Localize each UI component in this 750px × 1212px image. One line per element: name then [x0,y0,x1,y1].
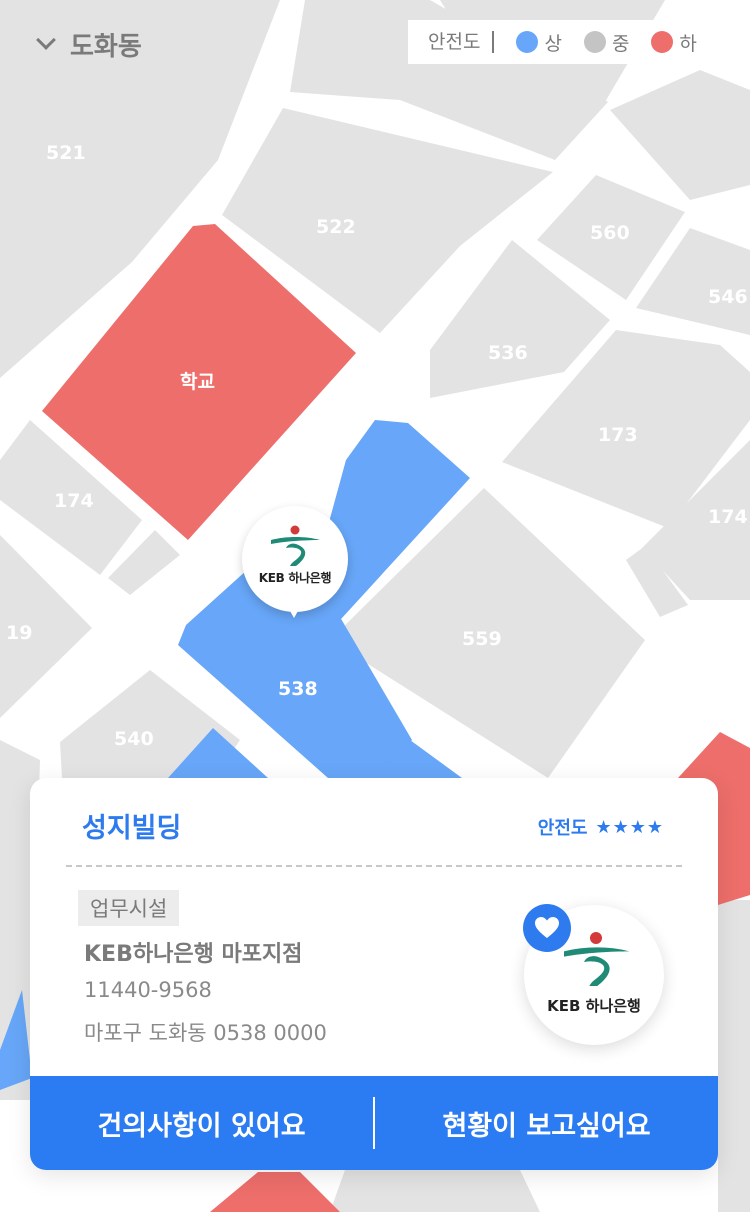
keb-hana-logo-icon [271,525,320,566]
label-school: 학교 [180,371,215,393]
view-status-button[interactable]: 현황이 보고싶어요 [375,1104,718,1143]
block-bottom-right[interactable] [718,900,750,1212]
bank-map-marker[interactable]: KEB 하나은행 [242,506,348,618]
legend-title: 안전도 [408,31,495,53]
legend-dot-low [651,31,674,53]
chevron-down-icon [34,31,60,57]
legend-label-medium: 중 [611,32,630,55]
label-540: 540 [114,728,154,750]
safety-rating-label: 안전도 [537,818,588,839]
legend-dot-medium [583,31,606,53]
label-560: 560 [590,222,630,244]
label-536: 536 [488,342,528,364]
card-divider [66,865,682,867]
legend-item-medium: 중 [583,29,630,56]
legend-label-low: 하 [679,32,697,55]
favorite-button[interactable] [523,904,571,952]
keb-hana-logo-icon [564,932,630,986]
block-bottom-center[interactable] [330,1170,540,1212]
safety-stars: ★★★★ [595,816,664,838]
label-174-right: 174 [708,506,748,528]
label-522: 522 [316,216,356,238]
business-logo-text: KEB 하나은행 [547,997,641,1015]
legend-item-high: 상 [516,29,562,56]
legend-label-high: 상 [544,32,562,55]
category-badge: 업무시설 [78,890,180,926]
business-code: 11440-9568 [84,978,212,1002]
safety-rating: 안전도 ★★★★ [538,814,664,840]
heart-icon [535,917,559,938]
location-selector[interactable]: 도화동 [34,26,142,62]
label-174-left: 174 [54,490,94,512]
label-559: 559 [462,628,502,650]
label-538: 538 [278,678,318,700]
business-address: 마포구 도화동 0538 0000 [84,1021,327,1045]
building-info-card: 성지빌딩 안전도 ★★★★ 업무시설 KEB하나은행 마포지점 11440-95… [30,778,718,1170]
marker-logo-text: KEB 하나은행 [258,571,332,585]
legend-item-low: 하 [651,29,697,56]
building-name: 성지빌딩 [82,813,182,844]
location-title: 도화동 [70,31,142,62]
safety-legend: 안전도 상 중 하 [408,20,720,64]
card-action-bar: 건의사항이 있어요 현황이 보고싶어요 [30,1076,718,1170]
business-name: KEB하나은행 마포지점 [84,942,303,967]
label-521: 521 [46,142,86,164]
label-546: 546 [708,286,748,308]
label-173: 173 [598,424,638,446]
legend-dot-high [516,31,539,53]
label-19: 19 [6,622,32,644]
suggestion-button[interactable]: 건의사항이 있어요 [30,1104,373,1143]
